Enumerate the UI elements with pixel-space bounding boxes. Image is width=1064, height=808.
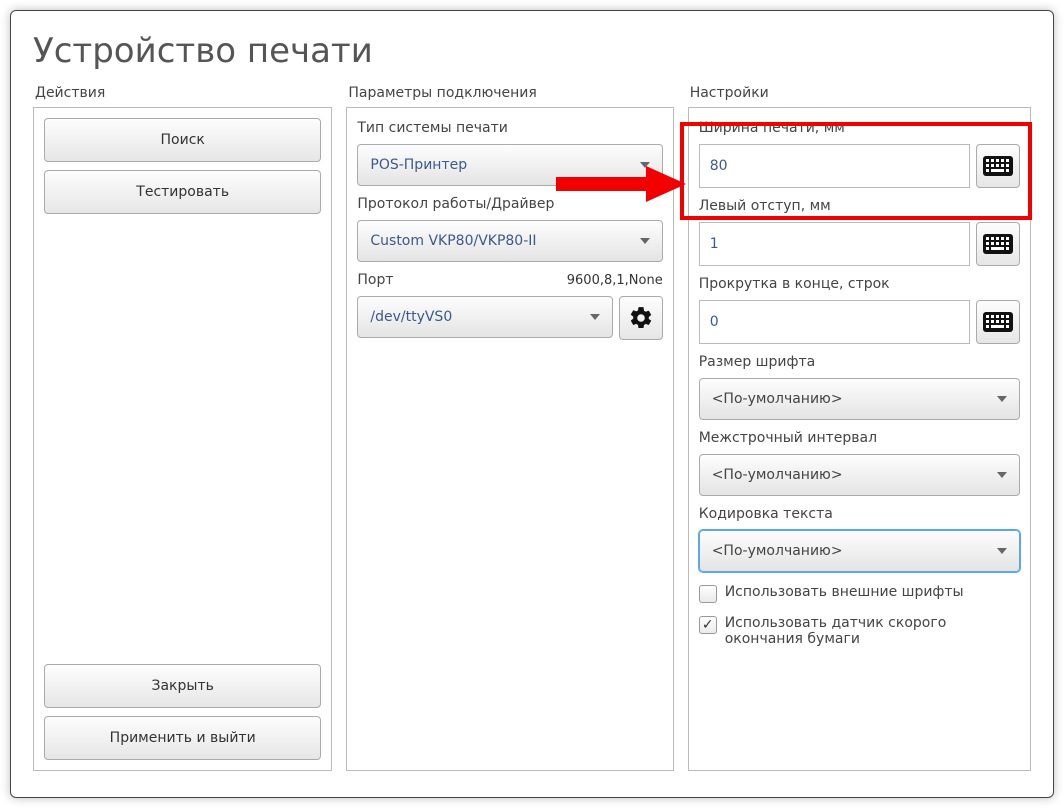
paper-sensor-label: Использовать датчик скорого окончания бу… bbox=[725, 615, 1020, 647]
spacer bbox=[44, 222, 321, 656]
paper-sensor-row: Использовать датчик скорого окончания бу… bbox=[699, 615, 1020, 647]
actions-panel: Поиск Тестировать Закрыть Применить и вы… bbox=[33, 107, 332, 771]
search-button[interactable]: Поиск bbox=[44, 118, 321, 162]
print-system-label: Тип системы печати bbox=[357, 120, 662, 136]
scroll-end-input[interactable]: 0 bbox=[699, 300, 970, 344]
line-spacing-value: <По-умолчанию> bbox=[712, 467, 843, 483]
chevron-down-icon bbox=[640, 238, 650, 244]
params-title: Параметры подключения bbox=[346, 85, 673, 101]
font-size-value: <По-умолчанию> bbox=[712, 391, 843, 407]
settings-column: Настройки Ширина печати, мм 80 bbox=[688, 85, 1031, 771]
scroll-end-label: Прокрутка в конце, строк bbox=[699, 276, 1020, 292]
print-system-value: POS-Принтер bbox=[370, 157, 467, 173]
gear-icon bbox=[628, 305, 654, 331]
params-panel: Тип системы печати POS-Принтер Протокол … bbox=[346, 107, 673, 771]
external-fonts-label: Использовать внешние шрифты bbox=[725, 584, 964, 600]
port-value: /dev/ttyVS0 bbox=[370, 309, 452, 325]
print-width-label: Ширина печати, мм bbox=[699, 120, 1020, 136]
actions-column: Действия Поиск Тестировать Закрыть Приме… bbox=[33, 85, 332, 771]
keyboard-icon bbox=[983, 234, 1013, 254]
font-size-label: Размер шрифта bbox=[699, 354, 1020, 370]
close-button[interactable]: Закрыть bbox=[44, 664, 321, 708]
left-margin-keyboard-button[interactable] bbox=[976, 222, 1020, 266]
left-margin-input[interactable]: 1 bbox=[699, 222, 970, 266]
test-button[interactable]: Тестировать bbox=[44, 170, 321, 214]
port-select[interactable]: /dev/ttyVS0 bbox=[357, 296, 612, 338]
chevron-down-icon bbox=[640, 162, 650, 168]
font-size-select[interactable]: <По-умолчанию> bbox=[699, 378, 1020, 420]
line-spacing-select[interactable]: <По-умолчанию> bbox=[699, 454, 1020, 496]
print-width-value: 80 bbox=[710, 158, 728, 174]
encoding-value: <По-умолчанию> bbox=[712, 543, 843, 559]
external-fonts-row: Использовать внешние шрифты bbox=[699, 584, 1020, 603]
encoding-label: Кодировка текста bbox=[699, 506, 1020, 522]
left-margin-value: 1 bbox=[710, 236, 719, 252]
printer-settings-window: Устройство печати Действия Поиск Тестиро… bbox=[10, 10, 1054, 798]
keyboard-icon bbox=[983, 312, 1013, 332]
chevron-down-icon bbox=[590, 314, 600, 320]
driver-value: Custom VKP80/VKP80-II bbox=[370, 233, 536, 249]
print-width-keyboard-button[interactable] bbox=[976, 144, 1020, 188]
external-fonts-checkbox[interactable] bbox=[699, 585, 717, 603]
page-title: Устройство печати bbox=[33, 31, 1031, 71]
port-info: 9600,8,1,None bbox=[567, 273, 663, 288]
driver-select[interactable]: Custom VKP80/VKP80-II bbox=[357, 220, 662, 262]
settings-panel: Ширина печати, мм 80 bbox=[688, 107, 1031, 771]
scroll-end-value: 0 bbox=[710, 314, 719, 330]
encoding-select[interactable]: <По-умолчанию> bbox=[699, 530, 1020, 572]
print-system-select[interactable]: POS-Принтер bbox=[357, 144, 662, 186]
apply-exit-button[interactable]: Применить и выйти bbox=[44, 716, 321, 760]
params-column: Параметры подключения Тип системы печати… bbox=[346, 85, 673, 771]
line-spacing-label: Межстрочный интервал bbox=[699, 430, 1020, 446]
driver-label: Протокол работы/Драйвер bbox=[357, 196, 662, 212]
left-margin-label: Левый отступ, мм bbox=[699, 198, 1020, 214]
chevron-down-icon bbox=[997, 472, 1007, 478]
actions-title: Действия bbox=[33, 85, 332, 101]
settings-title: Настройки bbox=[688, 85, 1031, 101]
port-label: Порт bbox=[357, 272, 393, 288]
columns: Действия Поиск Тестировать Закрыть Приме… bbox=[33, 85, 1031, 771]
paper-sensor-checkbox[interactable] bbox=[699, 616, 717, 634]
print-width-input[interactable]: 80 bbox=[699, 144, 970, 188]
port-settings-button[interactable] bbox=[619, 296, 663, 340]
chevron-down-icon bbox=[997, 548, 1007, 554]
chevron-down-icon bbox=[997, 396, 1007, 402]
keyboard-icon bbox=[983, 156, 1013, 176]
scroll-end-keyboard-button[interactable] bbox=[976, 300, 1020, 344]
port-label-row: Порт 9600,8,1,None bbox=[357, 270, 662, 288]
